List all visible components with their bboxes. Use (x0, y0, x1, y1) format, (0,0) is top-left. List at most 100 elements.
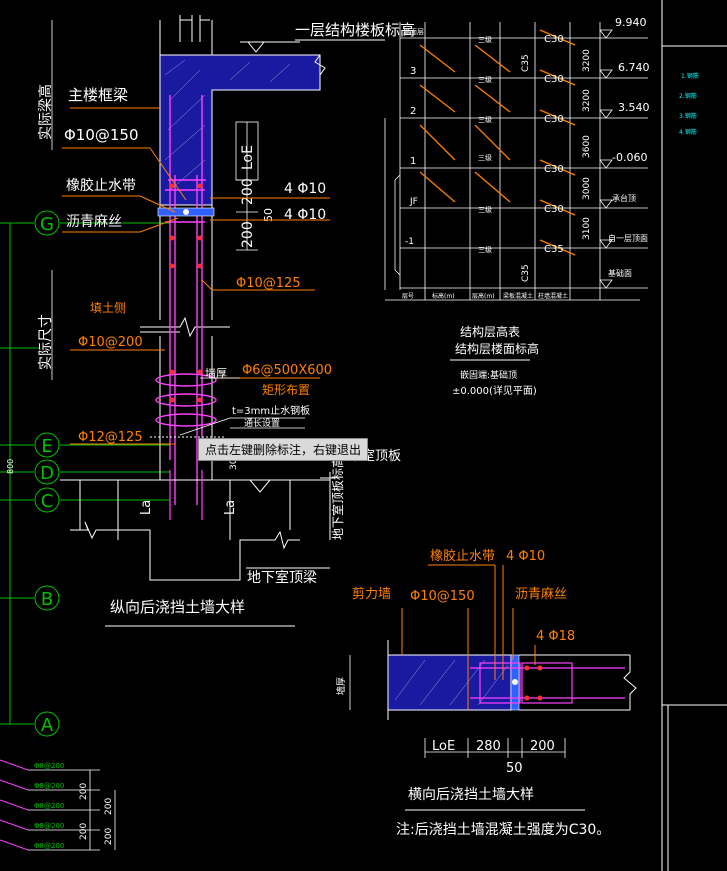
beam-section (159, 15, 326, 206)
height-1: 3200 (582, 89, 592, 112)
panel-line-1: 1.钢筋 (681, 72, 699, 80)
grade-4: C30 (544, 204, 564, 215)
table-note1: 嵌固端:基础顶 (460, 369, 517, 381)
level-1: 6.740 (618, 61, 650, 74)
axis-grid (0, 210, 170, 737)
dim-50-b: 50 (506, 761, 523, 776)
grade-1: C30 (544, 74, 564, 85)
height-0: 3200 (582, 49, 592, 72)
grade-5: C35 (544, 244, 564, 255)
wall-thick-2: 墙厚 (335, 677, 347, 695)
axis-d-label: D (40, 463, 54, 484)
dim-200-a: 200 (240, 178, 256, 205)
panel-line-4: 4.钢筋 (679, 128, 697, 136)
col-header-4: 柱墙混凝土 (538, 292, 568, 300)
dim-280: 280 (476, 739, 501, 754)
left-dim-800: 800 (6, 459, 15, 474)
table-note2: ±0.000(详见平面) (452, 384, 537, 397)
bl-item-4: Φ8@200 (34, 842, 64, 850)
slab-level-label: 一层结构楼板标高 (295, 21, 415, 39)
drawing: 1.钢筋 2.钢筋 3.钢筋 4.钢筋 G E D C B A 800 实际梁高… (0, 0, 727, 871)
col-header-0: 层号 (402, 293, 414, 300)
bl-item-3: Φ8@200 (34, 822, 64, 830)
actual-beam-height: 实际梁高 (37, 84, 54, 140)
la-2: La (223, 500, 238, 515)
floor-1: 3 (410, 66, 416, 77)
level-0: 9.940 (615, 16, 647, 29)
grade-2: C30 (544, 114, 564, 125)
shear-wall-label: 剪力墙 (352, 586, 391, 602)
transverse-section (387, 640, 637, 720)
stirrup-200-label: Φ10@200 (78, 335, 143, 350)
stirrup-125-label: Φ10@125 (236, 276, 301, 291)
steel-plate-note: 通长设置 (244, 417, 280, 429)
level-6: 基础面 (608, 268, 632, 278)
bl-item-0: Φ8@200 (34, 762, 64, 770)
height-4: 3100 (582, 217, 592, 240)
seismic-3: 三级 (478, 153, 492, 162)
grade-0: C30 (544, 34, 564, 45)
grade-7: C35 (521, 264, 531, 282)
bar-4phi10-b: 4 Φ10 (284, 207, 326, 223)
floor-2: 2 (410, 106, 416, 117)
bl-item-1: Φ8@200 (34, 782, 64, 790)
bl-dim-1: 200 (79, 823, 89, 840)
bl-item-2: Φ8@200 (34, 802, 64, 810)
col-header-3: 梁板混凝土 (503, 292, 533, 300)
axis-g-label: G (40, 214, 54, 235)
level-3: -0.060 (612, 151, 647, 164)
transverse-title: 横向后浇挡土墙大样 (408, 787, 534, 803)
floor-0: 屋面层 (403, 28, 424, 36)
seismic-4: 三级 (478, 205, 492, 214)
axis-e-label: E (41, 436, 52, 457)
panel-line-2: 2.钢筋 (679, 92, 697, 100)
dim-200-b: 200 (240, 221, 256, 248)
cad-canvas[interactable]: 1.钢筋 2.钢筋 3.钢筋 4.钢筋 G E D C B A 800 实际梁高… (0, 0, 727, 871)
bar-4phi10-c: 4 Φ10 (506, 549, 545, 564)
table-title: 结构层高表 (460, 324, 520, 339)
col-header-1: 标高(m) (432, 292, 455, 300)
grade-6: C35 (521, 54, 531, 72)
table-arrows (419, 29, 576, 256)
stirrup-150-b: Φ10@150 (410, 589, 475, 604)
axis-a-label: A (41, 715, 54, 736)
level-triangles (599, 29, 613, 289)
height-2: 3600 (582, 135, 592, 158)
title-block: 1.钢筋 2.钢筋 3.钢筋 4.钢筋 (661, 0, 727, 871)
level-2: 3.540 (618, 101, 650, 114)
dim-200-c: 200 (530, 739, 555, 754)
rect-layout-label: 矩形布置 (262, 383, 310, 397)
bar-4phi10-a: 4 Φ10 (284, 181, 326, 197)
rubber-waterstop-label: 橡胶止水带 (66, 177, 136, 194)
fill-side-label: 填土侧 (90, 301, 126, 315)
level-table (384, 22, 648, 301)
bar-12-125-label: Φ12@125 (78, 430, 143, 445)
status-tooltip: 点击左键删除标注，右键退出 (198, 438, 369, 461)
axis-c-label: C (41, 491, 54, 512)
grade-3: C30 (544, 164, 564, 175)
col-header-2: 层高(m) (472, 292, 495, 300)
stirrup-150-label: Φ10@150 (64, 126, 139, 144)
seismic-0: 三级 (478, 35, 492, 44)
tie-bar-label: Φ6@500X600 (242, 363, 332, 378)
level-4: 承台顶 (612, 193, 636, 203)
rubber-waterstop-2-label: 橡胶止水带 (430, 548, 495, 564)
dim-loe-2: LoE (432, 739, 455, 754)
steel-plate-label: t=3mm止水钢板 (232, 404, 310, 417)
level-5: 自一层顶面 (608, 233, 648, 243)
floor-5: -1 (405, 237, 414, 247)
dim-loe: LoE (240, 145, 256, 170)
longitudinal-title: 纵向后浇挡土墙大样 (110, 598, 245, 616)
floor-3: 1 (410, 156, 416, 167)
table-subtitle: 结构层楼面标高 (455, 341, 539, 356)
note: 注:后浇挡土墙混凝土强度为C30。 (396, 822, 610, 838)
la-1: La (139, 500, 154, 515)
height-3: 3000 (582, 177, 592, 200)
floor-4: JF (409, 197, 418, 207)
seismic-5: 三级 (478, 245, 492, 254)
bl-dim-0: 200 (79, 783, 89, 800)
panel-line-3: 3.钢筋 (679, 112, 697, 120)
basement-roof-level: 地下室顶板标高 (330, 456, 345, 540)
axis-b-label: B (41, 589, 53, 610)
frame-beam-label: 主楼框梁 (68, 86, 128, 104)
